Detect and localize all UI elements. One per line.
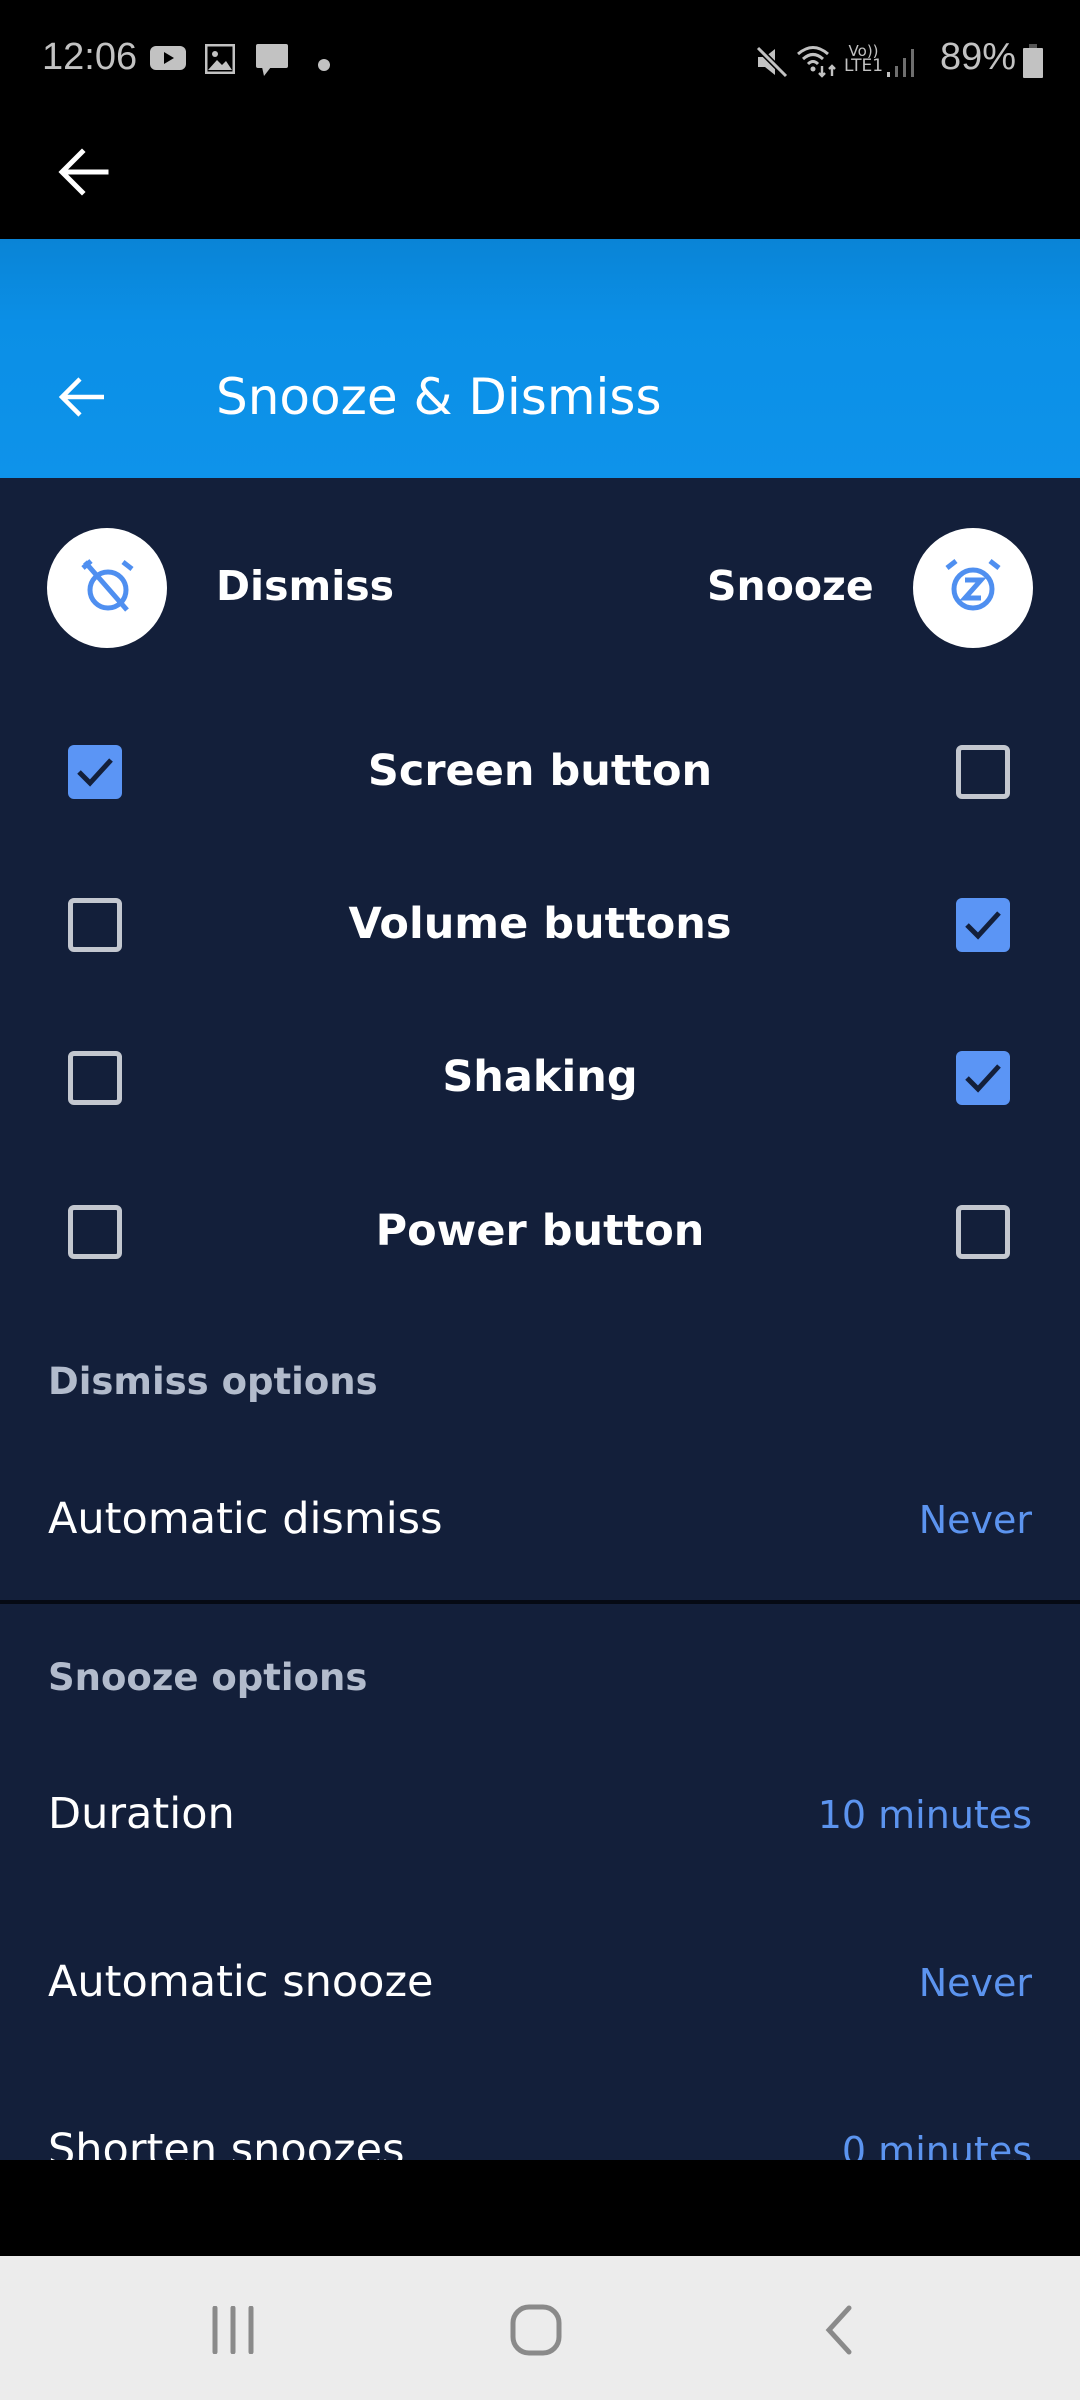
shorten-snoozes-row[interactable]: Shorten snoozes 0 minutes: [0, 2085, 1080, 2160]
lte-label: LTE1: [844, 56, 884, 76]
setting-label: Duration: [48, 1789, 235, 1839]
dismiss-options-heading: Dismiss options: [48, 1360, 378, 1403]
method-label: Shaking: [442, 1052, 638, 1102]
method-label: Screen button: [367, 746, 713, 796]
outer-app-bar: [0, 120, 1080, 239]
duration-row[interactable]: Duration 10 minutes: [0, 1749, 1080, 1879]
setting-label: Automatic dismiss: [48, 1494, 443, 1544]
setting-value: 10 minutes: [817, 1793, 1032, 1837]
checkmark-icon: [965, 1064, 1001, 1093]
message-icon: [256, 44, 288, 82]
snooze-label: Snooze: [707, 562, 874, 610]
setting-value: 0 minutes: [841, 2129, 1032, 2160]
home-icon[interactable]: [486, 2290, 586, 2370]
setting-label: Shorten snoozes: [48, 2125, 405, 2160]
method-label: Volume buttons: [348, 899, 732, 949]
dismiss-label: Dismiss: [216, 562, 395, 610]
snooze-checkbox-shaking[interactable]: [956, 1051, 1010, 1105]
wifi-data-icon: [796, 44, 838, 82]
snooze-checkbox-power-button[interactable]: [956, 1205, 1010, 1259]
header-back-arrow-icon[interactable]: [56, 372, 108, 422]
page-title: Snooze & Dismiss: [216, 368, 662, 426]
checkmark-icon: [965, 911, 1001, 940]
section-divider: [0, 1600, 1080, 1604]
snooze-options-heading: Snooze options: [48, 1656, 368, 1699]
setting-label: Automatic snooze: [48, 1957, 434, 2007]
automatic-dismiss-row[interactable]: Automatic dismiss Never: [0, 1453, 1080, 1583]
alarm-off-icon: [77, 556, 137, 620]
volte-lte-icon: Vo)) LTE1: [844, 44, 884, 76]
status-time: 12:06: [42, 36, 138, 78]
snooze-alarm-icon: [943, 556, 1003, 620]
back-icon[interactable]: [789, 2290, 889, 2370]
battery-percent: 89%: [939, 36, 1016, 78]
dot-icon: [318, 56, 330, 75]
snooze-checkbox-screen-button[interactable]: [956, 745, 1010, 799]
device-status-bar: 12:06 Vo)) LTE1 89%: [0, 0, 1080, 120]
settings-content: Dismiss Snooze Screen button Volume butt…: [0, 478, 1080, 2160]
snooze-checkbox-volume-buttons[interactable]: [956, 898, 1010, 952]
bottom-strip: [0, 2160, 1080, 2256]
method-label: Power button: [375, 1206, 705, 1256]
back-arrow-icon[interactable]: [56, 146, 112, 198]
recents-icon[interactable]: [183, 2290, 283, 2370]
youtube-icon: [150, 44, 186, 76]
setting-value: Never: [918, 1961, 1032, 2005]
snooze-mode-button[interactable]: [913, 528, 1033, 648]
mute-icon: [755, 45, 789, 82]
dismiss-mode-button[interactable]: [47, 528, 167, 648]
battery-icon: [1023, 44, 1043, 82]
setting-value: Never: [918, 1498, 1032, 1542]
gallery-icon: [204, 43, 236, 78]
signal-icon: [886, 46, 916, 82]
automatic-snooze-row[interactable]: Automatic snooze Never: [0, 1917, 1080, 2047]
inner-status-bar: 8:11: [0, 239, 1080, 537]
